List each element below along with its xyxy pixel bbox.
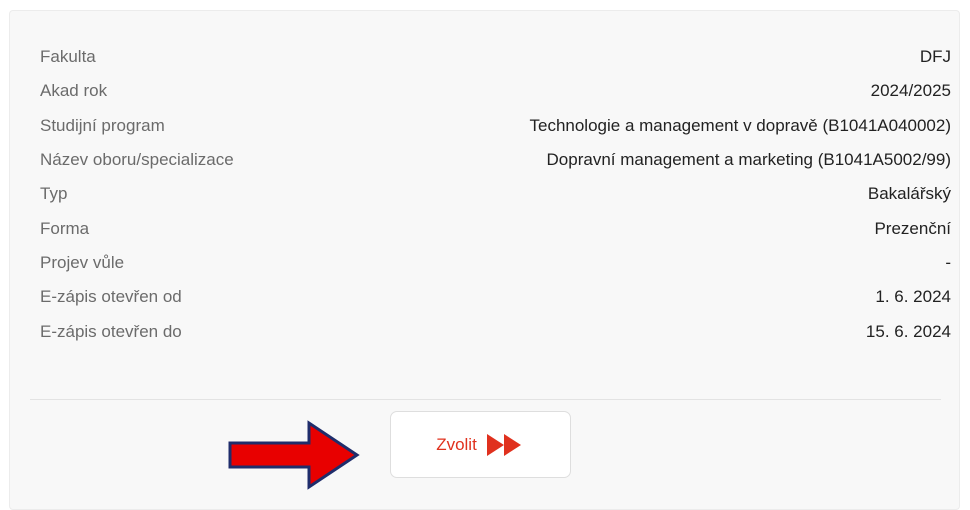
detail-value: Dopravní management a marketing (B1041A5…	[546, 150, 951, 170]
detail-label: Akad rok	[40, 81, 108, 101]
detail-row-study-program: Studijní program Technologie a managemen…	[40, 109, 951, 143]
details-list: Fakulta DFJ Akad rok 2024/2025 Studijní …	[40, 40, 951, 349]
detail-value: Technologie a management v dopravě (B104…	[529, 115, 951, 135]
detail-row-specialization: Název oboru/specializace Dopravní manage…	[40, 143, 951, 177]
detail-value: -	[945, 252, 951, 272]
detail-row-faculty: Fakulta DFJ	[40, 40, 951, 74]
detail-label: E-zápis otevřen do	[40, 321, 182, 341]
detail-value: Bakalářský	[867, 184, 951, 204]
detail-value: 15. 6. 2024	[865, 321, 951, 341]
detail-value: 1. 6. 2024	[875, 287, 951, 307]
detail-label: E-zápis otevřen od	[40, 287, 182, 307]
detail-value: DFJ	[919, 47, 951, 67]
detail-label: Fakulta	[40, 47, 96, 67]
double-play-icon	[486, 433, 525, 456]
detail-label: Studijní program	[40, 115, 165, 135]
detail-row-type: Typ Bakalářský	[40, 177, 951, 211]
detail-label: Projev vůle	[40, 252, 125, 272]
detail-value: Prezenční	[874, 218, 951, 238]
detail-value: 2024/2025	[870, 81, 951, 101]
detail-row-academic-year: Akad rok 2024/2025	[40, 74, 951, 108]
divider	[30, 399, 941, 400]
red-arrow-icon	[228, 420, 360, 490]
detail-row-enrollment-open-from: E-zápis otevřen od 1. 6. 2024	[40, 280, 951, 314]
detail-label: Typ	[40, 184, 68, 204]
detail-row-declaration-of-intent: Projev vůle -	[40, 246, 951, 280]
detail-label: Forma	[40, 218, 90, 238]
detail-label: Název oboru/specializace	[40, 150, 234, 170]
detail-row-enrollment-open-to: E-zápis otevřen do 15. 6. 2024	[40, 314, 951, 348]
select-button[interactable]: Zvolit	[390, 411, 571, 478]
detail-row-form: Forma Prezenční	[40, 211, 951, 245]
select-button-label: Zvolit	[436, 434, 477, 454]
